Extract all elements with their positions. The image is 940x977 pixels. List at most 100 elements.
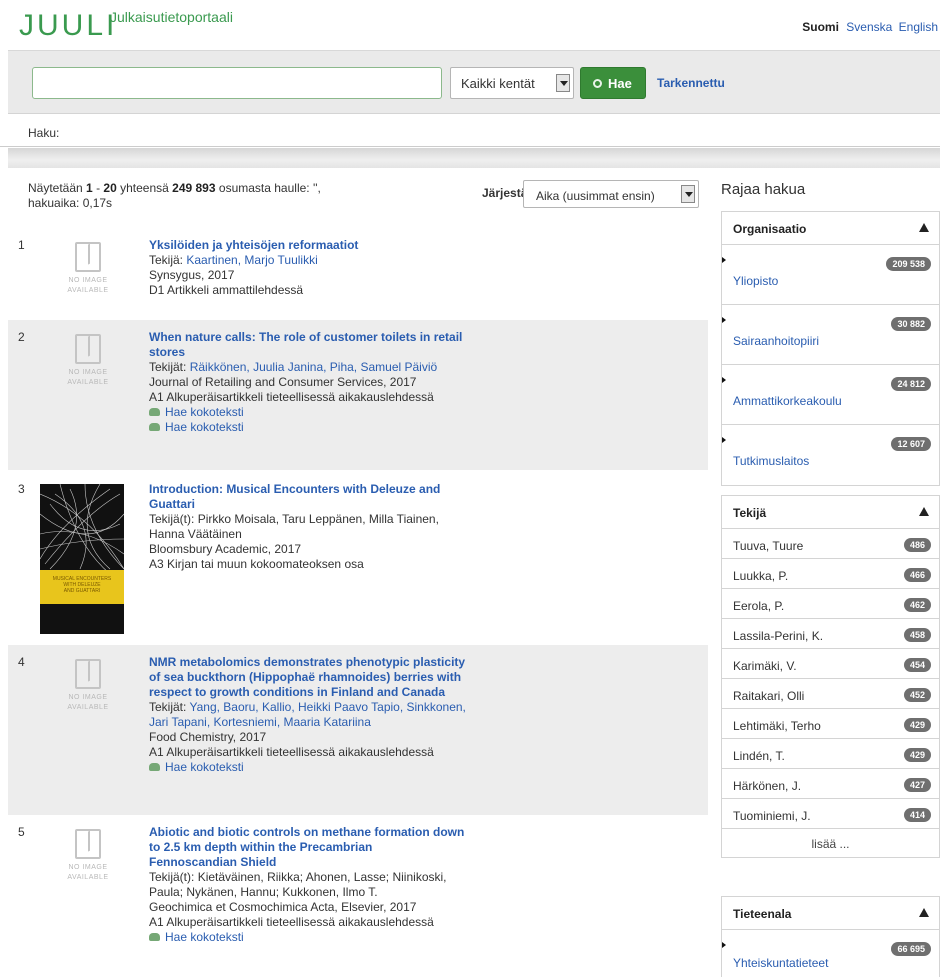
result-title[interactable]: NMR metabolomics demonstrates phenotypic… [149,655,519,700]
fulltext-link[interactable]: Hae kokoteksti [149,760,519,775]
author-link[interactable]: Jari Tapani, Kortesniemi, Maaria Katarii… [149,715,371,729]
result-source: Synsygus, 2017 [149,268,235,282]
summary-dash: - [92,181,104,195]
result-number: 1 [18,238,25,252]
facet-item-author[interactable]: Lindén, T. 429 [722,739,939,769]
language-link-svenska[interactable]: Svenska [846,20,892,34]
count-badge: 458 [903,628,931,642]
count-badge: 462 [903,598,931,612]
expand-arrow-icon[interactable] [722,377,726,383]
facet-item-yhteiskuntatieteet[interactable]: Yhteiskuntatieteet 66 695 [722,930,939,977]
chevron-down-icon[interactable] [681,185,695,203]
result-item: 5 NO IMAGE AVAILABLE Abiotic and biotic … [8,815,708,977]
facet-item-ammattikorkeakoulu[interactable]: Ammattikorkeakoulu 24 812 [722,365,939,425]
facet-header[interactable]: Organisaatio [722,212,939,245]
facet-item-author[interactable]: Raitakari, Olli 452 [722,679,939,709]
result-body: When nature calls: The role of customer … [149,330,519,435]
no-image-line-1: NO IMAGE [68,277,108,284]
result-title[interactable]: Introduction: Musical Encounters with De… [149,482,519,512]
cover-artwork [40,484,124,575]
count-badge: 24 812 [891,377,931,391]
author-prefix: Tekijä: [149,253,184,267]
result-source: Bloomsbury Academic, 2017 [149,542,302,556]
count-badge: 429 [903,748,931,762]
facet-item-label[interactable]: Yhteiskuntatieteet [733,956,828,970]
collapse-triangle-icon[interactable] [919,507,929,516]
result-type: A1 Alkuperäisartikkeli tieteellisessä ai… [149,915,434,929]
result-body: Introduction: Musical Encounters with De… [149,482,519,572]
facet-item-author[interactable]: Lassila-Perini, K. 458 [722,619,939,649]
facet-item-author[interactable]: Tuominiemi, J. 414 [722,799,939,829]
result-number: 4 [18,655,25,669]
search-field-select[interactable]: Kaikki kentät [450,67,574,99]
expand-arrow-icon[interactable] [722,437,726,443]
facet-item-author[interactable]: Tuuva, Tuure 486 [722,529,939,559]
facet-item-label[interactable]: Sairaanhoitopiiri [733,334,819,348]
no-image-line-2: AVAILABLE [67,874,109,881]
fulltext-link[interactable]: Hae kokoteksti [149,405,519,420]
facet-tieteenala: Tieteenala Yhteiskuntatieteet 66 695 [721,896,940,977]
facet-item-tutkimuslaitos[interactable]: Tutkimuslaitos 12 607 [722,425,939,485]
facet-item-label[interactable]: Tutkimuslaitos [733,454,809,468]
facet-header[interactable]: Tieteenala [722,897,939,930]
facet-item-author[interactable]: Eerola, P. 462 [722,589,939,619]
show-more-link[interactable]: lisää ... [722,829,939,857]
fulltext-link[interactable]: Hae kokoteksti [149,930,519,945]
count-badge: 452 [903,688,931,702]
summary-to: 20 [103,181,117,195]
expand-arrow-icon[interactable] [722,257,726,263]
result-authors: Tekijä: Kaartinen, Marjo Tuulikki [149,253,519,268]
count-badge: 427 [903,778,931,792]
search-button-label: Hae [608,76,632,91]
result-title[interactable]: When nature calls: The role of customer … [149,330,519,360]
result-item: 2 NO IMAGE AVAILABLE When nature calls: … [8,320,708,470]
count-badge: 486 [903,538,931,552]
document-icon [75,334,101,364]
result-type: A3 Kirjan tai muun kokoomateoksen osa [149,557,364,571]
author-link[interactable]: Yang, Baoru, Kallio, Heikki Paavo Tapio,… [189,700,465,714]
no-image-line-2: AVAILABLE [67,379,109,386]
result-title[interactable]: Yksilöiden ja yhteisöjen reformaatiot [149,238,519,253]
advanced-search-link[interactable]: Tarkennettu [657,76,725,90]
count-badge: 12 607 [891,437,931,451]
facet-header[interactable]: Tekijä [722,496,939,529]
author-prefix: Tekijä(t): [149,870,195,884]
facet-item-sairaanhoitopiiri[interactable]: Sairaanhoitopiiri 30 882 [722,305,939,365]
facet-item-yliopisto[interactable]: Yliopisto 209 538 [722,245,939,305]
expand-arrow-icon[interactable] [722,942,726,948]
language-link-english[interactable]: English [899,20,938,34]
author-link[interactable]: Kaartinen, Marjo Tuulikki [186,253,317,267]
expand-arrow-icon[interactable] [722,317,726,323]
facet-item-label[interactable]: Yliopisto [733,274,778,288]
facet-tekija: Tekijä Tuuva, Tuure 486 Luukka, P. 466 Eer… [721,495,940,858]
document-icon [75,829,101,859]
facet-item-author[interactable]: Lehtimäki, Terho 429 [722,709,939,739]
result-authors: Tekijä(t): Kietäväinen, Riikka; Ahonen, … [149,870,447,899]
author-prefix: Tekijät: [149,700,187,714]
chevron-down-icon[interactable] [556,74,570,92]
facet-item-author[interactable]: Luukka, P. 466 [722,559,939,589]
facet-item-author[interactable]: Härkönen, J. 427 [722,769,939,799]
book-cover-image[interactable]: MUSICAL ENCOUNTERS WITH DELEUZE AND GUAT… [40,484,124,634]
collapse-triangle-icon[interactable] [919,223,929,232]
cover-title-band: MUSICAL ENCOUNTERS WITH DELEUZE AND GUAT… [40,570,124,604]
facet-item-author[interactable]: Karimäki, V. 454 [722,649,939,679]
result-type: A1 Alkuperäisartikkeli tieteellisessä ai… [149,745,434,759]
fulltext-icon [149,423,160,431]
summary-total: 249 893 [172,181,216,195]
result-title[interactable]: Abiotic and biotic controls on methane f… [149,825,519,870]
author-link[interactable]: Räikkönen, Juulia Janina, Piha, Samuel P… [190,360,437,374]
result-source: Food Chemistry, 2017 [149,730,267,744]
top-header: JUULI Julkaisutietoportaali Suomi Svensk… [0,0,940,50]
collapse-triangle-icon[interactable] [919,908,929,917]
logo[interactable]: JUULI [19,9,117,43]
result-item: 4 NO IMAGE AVAILABLE NMR metabolomics de… [8,645,708,815]
sort-select[interactable]: Aika (uusimmat ensin) [523,180,699,208]
no-image-placeholder: NO IMAGE AVAILABLE [60,829,116,883]
fulltext-link[interactable]: Hae kokoteksti [149,420,519,435]
sort-label: Järjestä [482,186,528,200]
facet-heading: Tieteenala [733,907,792,921]
search-button[interactable]: Hae [580,67,646,99]
search-input[interactable] [32,67,442,99]
facet-item-label[interactable]: Ammattikorkeakoulu [733,394,842,408]
